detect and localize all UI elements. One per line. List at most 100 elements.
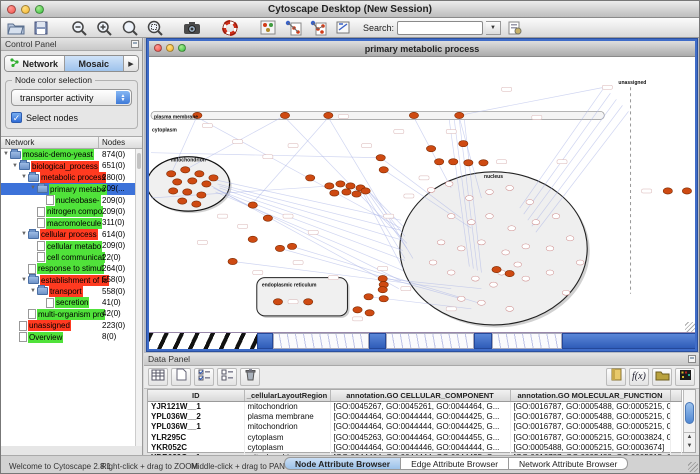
background-window-art[interactable] xyxy=(149,333,257,349)
node-color-dropdown[interactable]: transporter activity ▲▼ xyxy=(11,89,132,106)
tree-row[interactable]: nucleobase-209(0) xyxy=(1,195,142,206)
background-window-blue[interactable] xyxy=(369,333,386,349)
tree-row[interactable]: ▼mosaic-demo-yeast874(0) xyxy=(1,149,142,160)
tree-expand-icon[interactable]: ▼ xyxy=(12,161,19,172)
table-cell[interactable]: [GO:0016787, GO:0005488, GO:0005215, G..… xyxy=(510,422,670,432)
table-cell[interactable]: [GO:0044464, GO:0044444, GO:0044425, G..… xyxy=(330,422,510,432)
tree-expand-icon[interactable]: ▼ xyxy=(30,286,37,297)
table-scrollbar[interactable]: ▲▼ xyxy=(683,390,695,452)
tree-expand-icon[interactable]: ▼ xyxy=(30,183,37,194)
tab-overflow-button[interactable]: ▶ xyxy=(124,56,138,71)
network-view-titlebar[interactable]: primary metabolic process xyxy=(149,41,695,57)
zoom-out-button[interactable] xyxy=(68,19,90,37)
table-cell[interactable]: YKR052C xyxy=(148,442,244,452)
table-cell[interactable]: plasma membrane xyxy=(244,411,330,421)
vizmapper-button[interactable] xyxy=(257,19,279,37)
background-window-blue[interactable] xyxy=(257,333,273,349)
zoom-selected-button[interactable] xyxy=(143,19,165,37)
table-cell[interactable]: mitochondrion xyxy=(244,422,330,432)
snapshot-button[interactable] xyxy=(181,19,203,37)
search-options-button[interactable] xyxy=(504,19,526,37)
tab-node-attribute-browser[interactable]: Node Attribute Browser xyxy=(284,457,401,470)
new-attribute-button[interactable] xyxy=(171,368,191,386)
frame-resize-grip[interactable] xyxy=(685,322,695,332)
tree-row[interactable]: ▼biological_process651(0) xyxy=(1,160,142,171)
tree-row[interactable]: cellular metabo209(0) xyxy=(1,240,142,251)
tree-row[interactable]: ▼establishment of lo558(0) xyxy=(1,274,142,285)
table-row[interactable]: YLR295Ccytoplasm[GO:0045263, GO:0044464,… xyxy=(148,432,682,442)
table-row[interactable]: YJR121W__1mitochondrion[GO:0045267, GO:0… xyxy=(148,401,682,411)
table-scroll-arrows[interactable]: ▲▼ xyxy=(684,432,695,452)
zoom-fit-button[interactable] xyxy=(118,19,140,37)
tree-row[interactable]: ▼transport558(0) xyxy=(1,286,142,297)
table-cell[interactable]: [GO:0044464, GO:0044444, GO:0044425, G..… xyxy=(330,411,510,421)
table-cell[interactable]: [GO:0045263, GO:0044464, GO:0044455, G..… xyxy=(330,432,510,442)
tree-scrollbar[interactable] xyxy=(135,149,142,446)
search-dropdown-button[interactable]: ▼ xyxy=(486,21,501,35)
tree-expand-icon[interactable]: ▼ xyxy=(3,149,10,160)
table-cell[interactable]: cytoplasm xyxy=(244,432,330,442)
column-header[interactable]: _cellularLayoutRegion xyxy=(244,390,330,401)
tree-row[interactable]: ▼metabolic process280(0) xyxy=(1,172,142,183)
column-header[interactable]: ID xyxy=(148,390,244,401)
tab-edge-attribute-browser[interactable]: Edge Attribute Browser xyxy=(401,457,509,470)
tree-row[interactable]: Overview8(0) xyxy=(1,331,142,342)
table-cell[interactable]: [GO:0044464, GO:0044446, GO:0044444, G..… xyxy=(330,442,510,452)
tab-network-attribute-browser[interactable]: Network Attribute Browser xyxy=(509,457,628,470)
import-attributes-button[interactable] xyxy=(652,368,672,386)
table-cell[interactable]: YPL036W__1 xyxy=(148,422,244,432)
background-window-preview[interactable] xyxy=(273,333,369,349)
tree-row[interactable]: macromolecule311(0) xyxy=(1,217,142,228)
table-cell[interactable]: [GO:0045267, GO:0045261, GO:0044464, G..… xyxy=(330,401,510,411)
table-cell[interactable]: [GO:0005488, GO:0005215, GO:0003674] xyxy=(510,442,670,452)
table-scroll-thumb[interactable] xyxy=(685,402,694,424)
background-window-preview[interactable] xyxy=(386,333,474,349)
attribute-table-button[interactable] xyxy=(148,368,168,386)
tree-row[interactable]: response to stimul264(0) xyxy=(1,263,142,274)
table-cell[interactable]: [GO:0016787, GO:0005215, GO:0003824, G..… xyxy=(510,432,670,442)
table-cell[interactable]: cytoplasm xyxy=(244,442,330,452)
table-cell[interactable]: YLR295C xyxy=(148,432,244,442)
table-cell[interactable]: [GO:0016787, GO:0005488, GO:0005215, G..… xyxy=(510,401,670,411)
table-row[interactable]: YPL036W__2plasma membrane[GO:0044464, GO… xyxy=(148,411,682,421)
background-window-preview[interactable] xyxy=(492,333,562,349)
column-header[interactable]: annotation.GO MOLECULAR_FUNCTION xyxy=(510,390,670,401)
background-window-blue[interactable] xyxy=(474,333,492,349)
open-button[interactable] xyxy=(5,19,27,37)
formula-button[interactable]: f(x) xyxy=(629,368,649,386)
background-window-blue[interactable] xyxy=(562,333,695,349)
tab-network[interactable]: Network xyxy=(5,56,65,71)
annotation-import-button[interactable] xyxy=(282,19,304,37)
float-panel-icon[interactable] xyxy=(131,40,139,48)
tree-expand-icon[interactable]: ▼ xyxy=(21,229,28,240)
table-cell[interactable]: mitochondrion xyxy=(244,401,330,411)
select-attributes-button[interactable] xyxy=(194,368,214,386)
network-import-button[interactable] xyxy=(307,19,329,37)
tree-row[interactable]: ▼cellular process614(0) xyxy=(1,229,142,240)
tree-row[interactable]: multi-organism pro42(0) xyxy=(1,308,142,319)
zoom-in-button[interactable] xyxy=(93,19,115,37)
delete-attribute-button[interactable] xyxy=(240,368,260,386)
tab-mosaic[interactable]: Mosaic xyxy=(65,56,125,71)
table-cell[interactable]: [GO:0016787, GO:0005488, GO:0005215, G..… xyxy=(510,411,670,421)
window-resize-grip[interactable] xyxy=(688,462,698,472)
tree-row[interactable]: ▼primary metabo209(... xyxy=(1,183,142,194)
notebook-button[interactable] xyxy=(606,368,626,386)
table-row[interactable]: YPL036W__1mitochondrion[GO:0044464, GO:0… xyxy=(148,422,682,432)
column-header[interactable]: annotation.GO CELLULAR_COMPONENT xyxy=(330,390,510,401)
tree-expand-icon[interactable]: ▼ xyxy=(21,172,28,183)
save-button[interactable] xyxy=(30,19,52,37)
table-cell[interactable]: YPL036W__2 xyxy=(148,411,244,421)
table-cell[interactable]: YJR121W__1 xyxy=(148,401,244,411)
tree-row[interactable]: nitrogen compo209(0) xyxy=(1,206,142,217)
table-row[interactable]: YKR052Ccytoplasm[GO:0044464, GO:0044446,… xyxy=(148,442,682,452)
tree-row[interactable]: secretion41(0) xyxy=(1,297,142,308)
help-button[interactable] xyxy=(219,19,241,37)
plugins-button[interactable] xyxy=(332,19,354,37)
unselect-attributes-button[interactable] xyxy=(217,368,237,386)
float-data-panel-icon[interactable] xyxy=(688,355,696,363)
select-nodes-checkbox[interactable]: ✓ xyxy=(11,112,22,123)
tree-row[interactable]: unassigned223(0) xyxy=(1,320,142,331)
matrix-button[interactable] xyxy=(675,368,695,386)
tree-row[interactable]: cell communicat22(0) xyxy=(1,252,142,263)
